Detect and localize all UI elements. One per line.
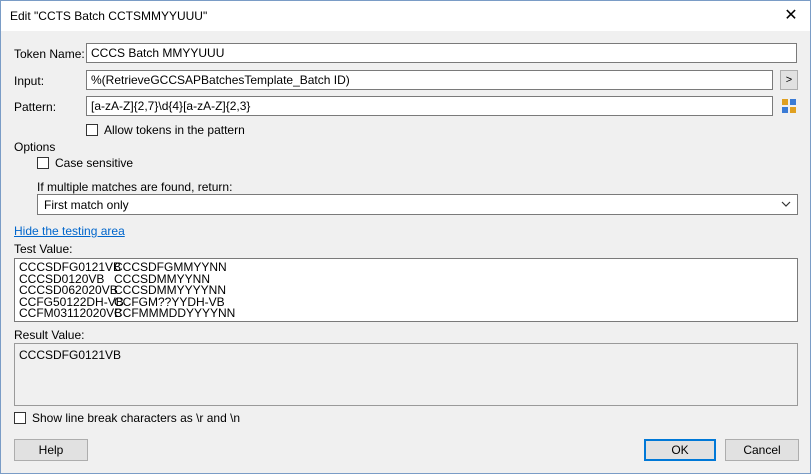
window-title: Edit "CCTS Batch CCTSMMYYUUU" — [10, 9, 208, 23]
token-name-input[interactable]: CCCS Batch MMYYUUU — [86, 43, 797, 63]
title-bar: Edit "CCTS Batch CCTSMMYYUUU" ✕ — [1, 1, 810, 31]
multiple-matches-label: If multiple matches are found, return: — [37, 180, 233, 194]
result-value: CCCSDFG0121VB — [19, 348, 122, 362]
case-sensitive-checkbox[interactable]: Case sensitive — [37, 156, 133, 170]
test-value-original: CCFM03112020VB — [19, 306, 123, 320]
test-value-label: Test Value: — [14, 242, 73, 256]
cancel-button[interactable]: Cancel — [725, 439, 799, 461]
line-break-box[interactable] — [14, 412, 26, 424]
allow-tokens-label: Allow tokens in the pattern — [104, 123, 245, 137]
multiple-matches-select[interactable]: First match only — [37, 194, 798, 215]
options-title: Options — [14, 140, 56, 154]
allow-tokens-checkbox[interactable]: Allow tokens in the pattern — [86, 123, 245, 137]
pattern-label: Pattern: — [14, 100, 57, 114]
result-value-label: Result Value: — [14, 328, 85, 342]
line-break-checkbox[interactable]: Show line break characters as \r and \n — [14, 411, 240, 425]
case-sensitive-box[interactable] — [37, 157, 49, 169]
input-token-button[interactable]: > — [780, 70, 798, 90]
line-break-label: Show line break characters as \r and \n — [32, 411, 241, 425]
multiple-matches-value: First match only — [44, 198, 129, 212]
ok-button[interactable]: OK — [644, 439, 716, 461]
hide-testing-link[interactable]: Hide the testing area — [14, 224, 125, 238]
allow-tokens-box[interactable] — [86, 124, 98, 136]
pattern-builder-icon[interactable] — [780, 96, 798, 116]
pattern-input[interactable]: [a-zA-Z]{2,7}\d{4}[a-zA-Z]{2,3} — [86, 96, 773, 116]
edit-dialog: Edit "CCTS Batch CCTSMMYYUUU" ✕ Token Na… — [0, 0, 811, 474]
chevron-down-icon — [781, 198, 791, 212]
test-value-textarea[interactable]: CCCSDFG0121VB CCCSDFGMMYYNN CCCSD0120VB CCC… — [14, 258, 798, 322]
help-button[interactable]: Help — [14, 439, 88, 461]
result-value-box: CCCSDFG0121VB — [14, 343, 798, 406]
test-value-format: CCFMMMDDYYYYNN — [114, 306, 236, 320]
input-field[interactable]: %(RetrieveGCCSAPBatchesTemplate_Batch ID… — [86, 70, 773, 90]
token-name-label: Token Name: — [14, 47, 85, 61]
case-sensitive-label: Case sensitive — [55, 156, 134, 170]
test-value-line: CCFM03112020VB CCFMMMDDYYYYNN — [19, 306, 793, 320]
input-label: Input: — [14, 74, 45, 88]
close-icon[interactable]: ✕ — [782, 7, 800, 25]
